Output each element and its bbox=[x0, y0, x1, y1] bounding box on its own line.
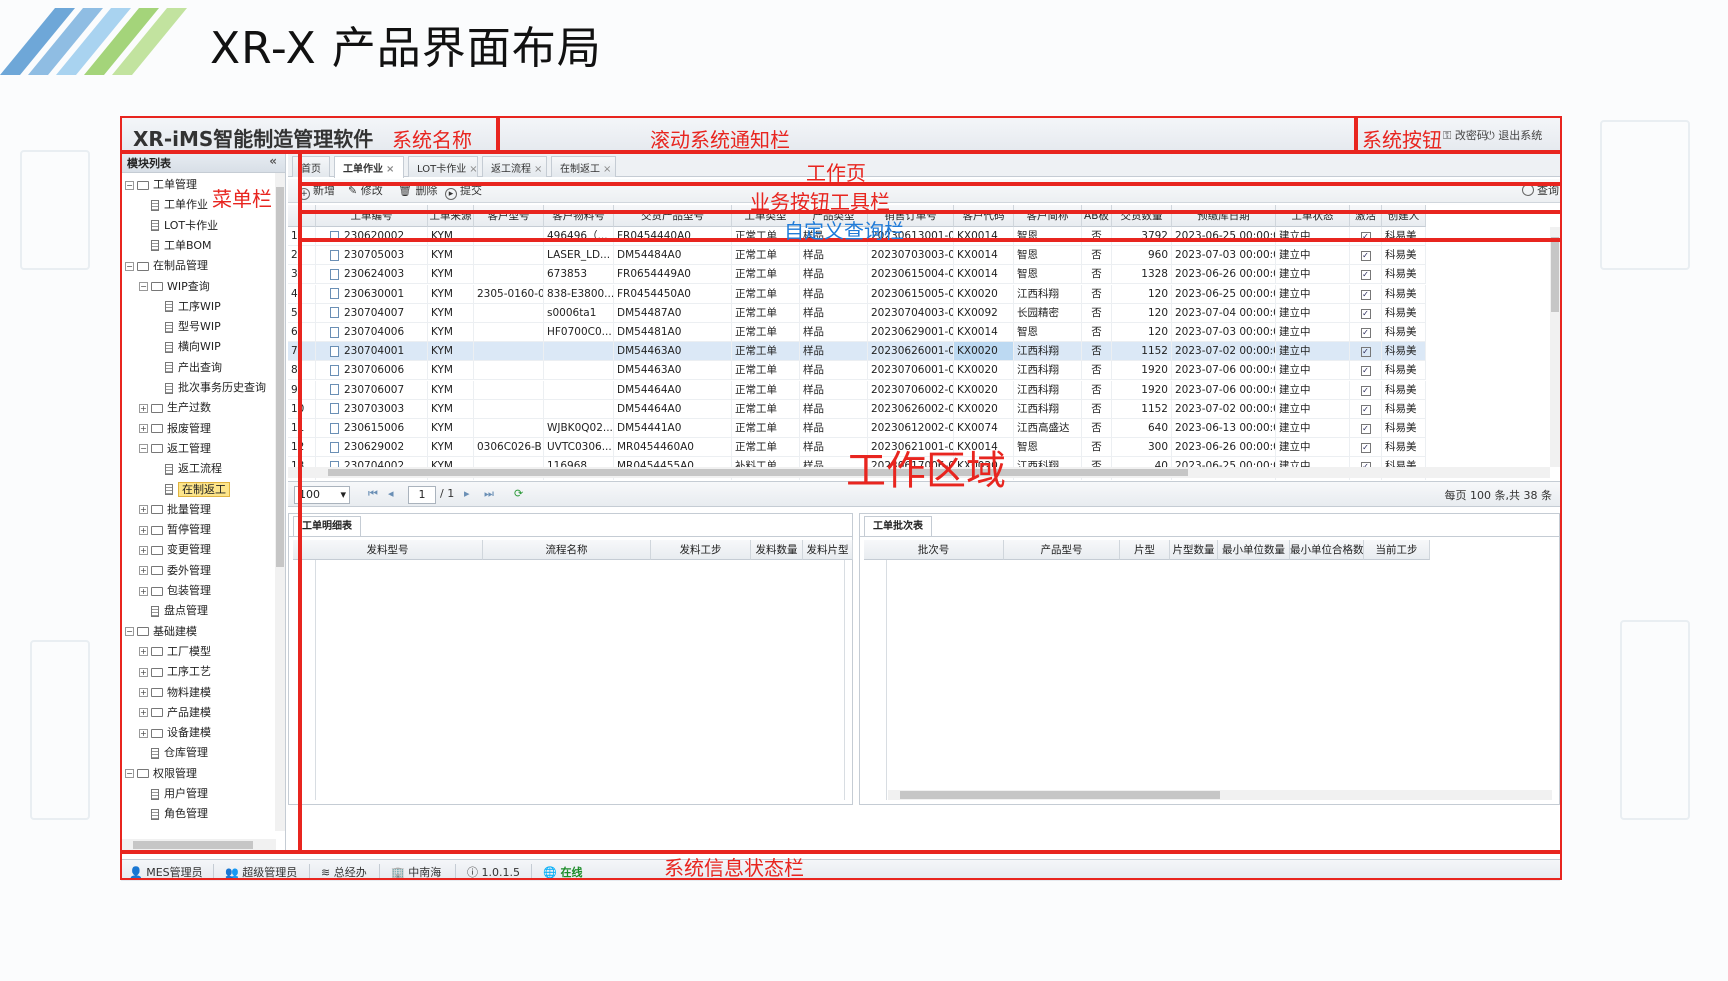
slide: XR-X 产品界面布局 XR-iMS智能制造管理软件 ⚿ 改密码 ⏻ 退出系统 … bbox=[0, 0, 1728, 981]
annotation-menu-box bbox=[120, 152, 300, 852]
annotation-system-name-box bbox=[120, 116, 498, 152]
decorative-circuit bbox=[1620, 620, 1690, 820]
annotation-work-page-box bbox=[300, 152, 1562, 184]
slide-title: XR-X 产品界面布局 bbox=[210, 23, 602, 74]
decorative-circuit bbox=[20, 150, 90, 270]
decorative-circuit bbox=[30, 640, 90, 820]
annotation-system-buttons-box bbox=[1356, 116, 1562, 152]
annotation-query-box bbox=[300, 212, 1562, 240]
annotation-notice-bar-box bbox=[498, 116, 1356, 152]
annotation-status-box bbox=[120, 852, 1562, 880]
decorative-stripes bbox=[0, 8, 187, 75]
annotation-toolbar-box bbox=[300, 184, 1562, 212]
decorative-circuit bbox=[1600, 120, 1690, 270]
annotation-work-area-box bbox=[300, 240, 1562, 852]
